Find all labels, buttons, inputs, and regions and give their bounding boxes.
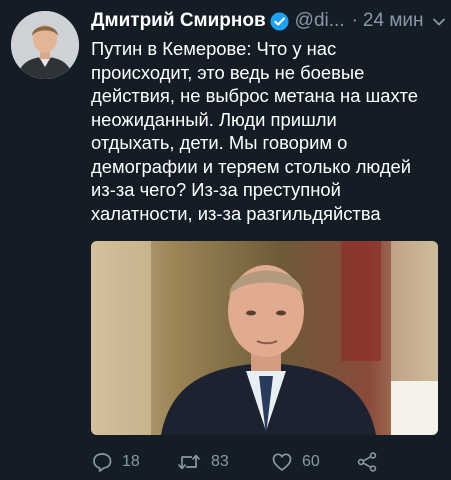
separator-dot: · bbox=[351, 10, 358, 31]
tweet-actions: 18 83 60 bbox=[91, 449, 411, 475]
retweet-icon bbox=[177, 454, 201, 470]
reply-button[interactable]: 18 bbox=[91, 451, 176, 473]
reply-count: 18 bbox=[122, 453, 140, 470]
chevron-down-icon[interactable] bbox=[431, 14, 447, 30]
heart-icon bbox=[272, 453, 292, 471]
like-count: 60 bbox=[302, 453, 320, 470]
share-icon bbox=[357, 452, 377, 472]
tweet[interactable]: Дмитрий Смирнов @di... · 24 мин Путин в … bbox=[0, 0, 451, 480]
retweet-count: 83 bbox=[211, 453, 229, 470]
tweet-timestamp[interactable]: 24 мин bbox=[363, 10, 424, 32]
tweet-text: Путин в Кемерове: Что у нас происходит, … bbox=[91, 38, 418, 224]
author-handle[interactable]: @di... bbox=[295, 10, 345, 32]
like-button[interactable]: 60 bbox=[271, 451, 356, 473]
avatar[interactable] bbox=[11, 11, 79, 79]
retweet-button[interactable]: 83 bbox=[176, 451, 271, 473]
share-button[interactable] bbox=[356, 451, 378, 473]
verified-badge-icon bbox=[270, 11, 289, 31]
reply-icon bbox=[93, 453, 112, 472]
tweet-photo[interactable] bbox=[91, 241, 438, 435]
tweet-header: Дмитрий Смирнов @di... · 24 мин bbox=[91, 8, 441, 34]
author-name[interactable]: Дмитрий Смирнов bbox=[91, 10, 266, 32]
